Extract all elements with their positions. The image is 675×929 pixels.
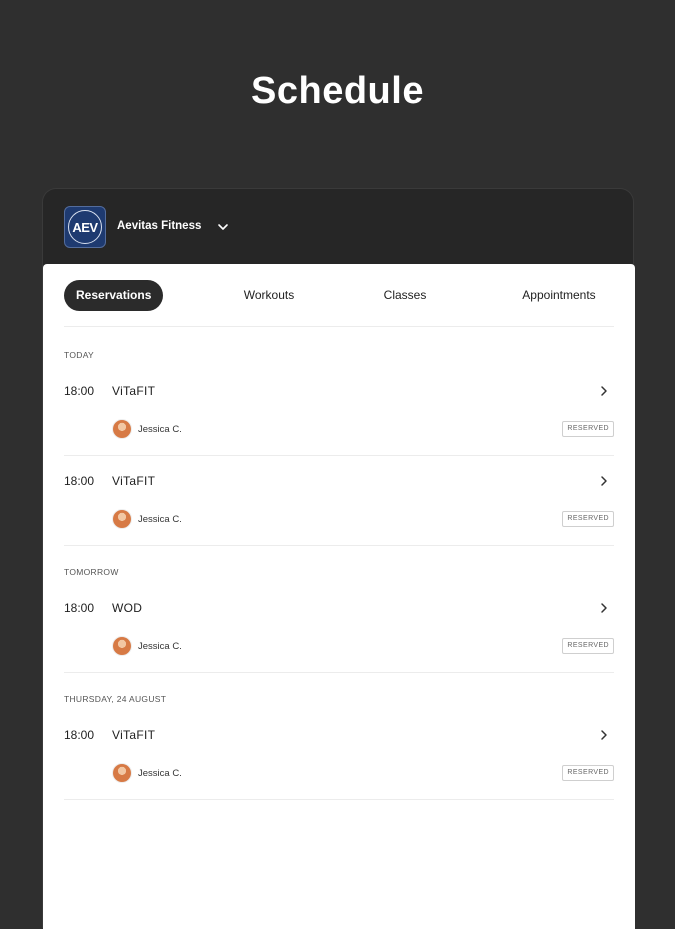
gym-selector[interactable]: Aevitas Fitness bbox=[117, 220, 201, 232]
chevron-down-icon[interactable] bbox=[216, 220, 230, 234]
avatar bbox=[112, 509, 132, 529]
chevron-right-icon[interactable] bbox=[598, 601, 610, 615]
reservation-class-name: ViTaFIT bbox=[112, 474, 156, 488]
gym-logo[interactable]: AEV bbox=[64, 206, 106, 248]
page-title: Schedule bbox=[251, 70, 424, 112]
schedule-content: Reservations Workouts Classes Appointmen… bbox=[43, 264, 635, 929]
tab-classes[interactable]: Classes bbox=[364, 280, 446, 311]
gym-logo-text: AEV bbox=[68, 210, 102, 244]
chevron-right-icon[interactable] bbox=[598, 384, 610, 398]
reservation-time: 18:00 bbox=[64, 474, 95, 488]
row-divider bbox=[64, 672, 614, 673]
row-divider bbox=[64, 545, 614, 546]
member-name: Jessica C. bbox=[138, 768, 182, 779]
avatar bbox=[112, 636, 132, 656]
reservation-class-name: ViTaFIT bbox=[112, 384, 156, 398]
avatar bbox=[112, 763, 132, 783]
chevron-right-icon[interactable] bbox=[598, 728, 610, 742]
member-name: Jessica C. bbox=[138, 641, 182, 652]
tab-reservations[interactable]: Reservations bbox=[64, 280, 163, 311]
section-label-thursday: THURSDAY, 24 AUGUST bbox=[64, 694, 167, 704]
status-badge: RESERVED bbox=[562, 421, 614, 437]
section-label-today: TODAY bbox=[64, 350, 94, 360]
tab-workouts[interactable]: Workouts bbox=[224, 280, 314, 311]
reservation-item[interactable]: 18:00 WOD Jessica C. RESERVED bbox=[64, 583, 614, 673]
tab-appointments[interactable]: Appointments bbox=[504, 280, 614, 311]
member-name: Jessica C. bbox=[138, 424, 182, 435]
section-label-tomorrow: TOMORROW bbox=[64, 567, 119, 577]
avatar bbox=[112, 419, 132, 439]
reservation-item[interactable]: 18:00 ViTaFIT Jessica C. RESERVED bbox=[64, 456, 614, 546]
reservation-time: 18:00 bbox=[64, 728, 95, 742]
app-header: AEV Aevitas Fitness bbox=[43, 189, 633, 264]
member-name: Jessica C. bbox=[138, 514, 182, 525]
tab-bar: Reservations Workouts Classes Appointmen… bbox=[64, 280, 614, 311]
reservation-class-name: ViTaFIT bbox=[112, 728, 156, 742]
reservation-class-name: WOD bbox=[112, 601, 143, 615]
reservation-item[interactable]: 18:00 ViTaFIT Jessica C. RESERVED bbox=[64, 710, 614, 800]
status-badge: RESERVED bbox=[562, 638, 614, 654]
status-badge: RESERVED bbox=[562, 765, 614, 781]
tabs-divider bbox=[64, 326, 614, 327]
reservation-time: 18:00 bbox=[64, 601, 95, 615]
reservation-item[interactable]: 18:00 ViTaFIT Jessica C. RESERVED bbox=[64, 366, 614, 456]
chevron-right-icon[interactable] bbox=[598, 474, 610, 488]
reservation-time: 18:00 bbox=[64, 384, 95, 398]
app-window: AEV Aevitas Fitness Reservations Workout… bbox=[42, 188, 635, 929]
row-divider bbox=[64, 799, 614, 800]
status-badge: RESERVED bbox=[562, 511, 614, 527]
